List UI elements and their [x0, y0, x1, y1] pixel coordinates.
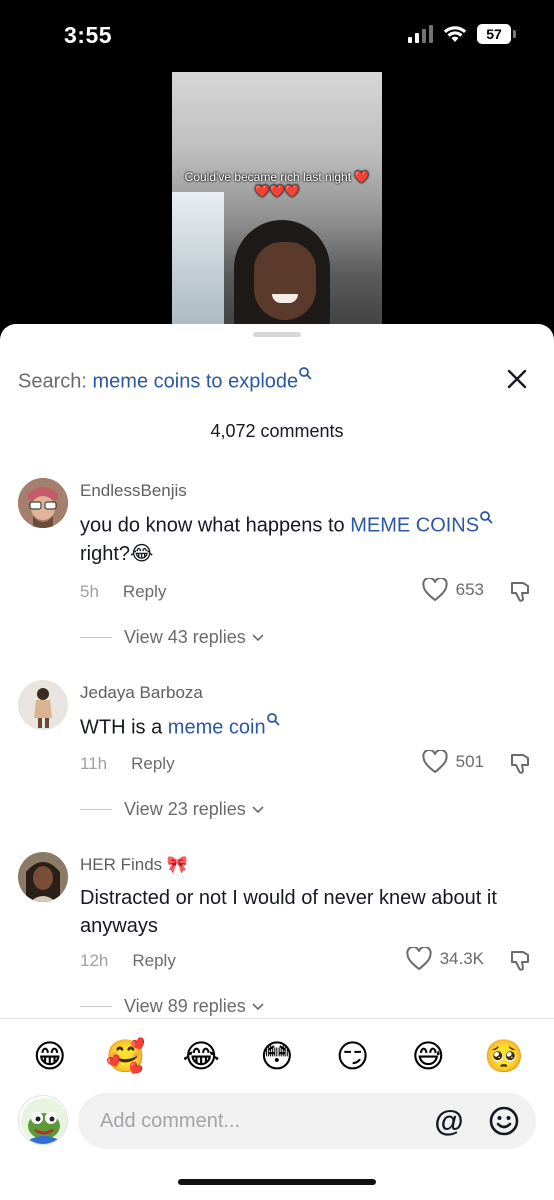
view-replies-button[interactable]: View 23 replies — [80, 799, 264, 820]
thumbs-down-icon[interactable] — [508, 580, 532, 604]
like-count: 34.3K — [439, 949, 484, 968]
battery-level: 57 — [477, 24, 511, 44]
view-replies-label: View 43 replies — [124, 627, 246, 647]
heart-outline-icon — [405, 947, 432, 971]
comment-username[interactable]: HER Finds 🎀 — [80, 855, 188, 875]
drag-handle[interactable] — [253, 332, 301, 337]
emoji-joy-button[interactable]: 😂 — [177, 1037, 225, 1075]
comment-text-before: you do know what happens to — [80, 514, 351, 537]
battery-icon: 57 — [477, 24, 516, 44]
comment-username[interactable]: Jedaya Barboza — [80, 683, 203, 703]
status-icons: 57 — [408, 24, 516, 44]
reply-button[interactable]: Reply — [131, 754, 174, 773]
chevron-down-icon — [252, 805, 264, 813]
emoji-flushed-button[interactable]: 😳 — [253, 1037, 301, 1075]
view-replies-label: View 23 replies — [124, 799, 246, 819]
car-window-image — [172, 192, 224, 332]
comment-input[interactable] — [100, 1093, 420, 1149]
thumbs-down-icon[interactable] — [508, 949, 532, 973]
comments-count: 4,072 comments — [210, 421, 344, 441]
comment-search-link[interactable]: meme coin — [168, 717, 266, 739]
comment-text: WTH is a meme coin — [80, 712, 535, 742]
comment-username[interactable]: EndlessBenjis — [80, 481, 187, 501]
comment-text-after: right?😂 — [80, 542, 154, 565]
search-term-link[interactable]: meme coins to explode — [93, 371, 299, 393]
comment-text-before: WTH is a — [80, 716, 168, 739]
comment-meta: 5h Reply — [80, 582, 166, 602]
divider — [80, 637, 112, 638]
search-prefix: Search: — [18, 370, 87, 393]
heart-outline-icon — [422, 578, 448, 602]
status-time: 3:55 — [64, 22, 113, 48]
search-icon — [480, 511, 493, 524]
comment-text-before: Distracted or not I would of never knew … — [80, 887, 497, 937]
comments-sheet: Search: meme coins to explode 4,072 comm… — [0, 324, 554, 1200]
comment-meta: 12h Reply — [80, 951, 176, 971]
my-avatar[interactable] — [18, 1095, 68, 1145]
like-button[interactable]: 501 — [422, 750, 484, 774]
thumbs-down-icon[interactable] — [508, 752, 532, 776]
video-thumbnail[interactable]: Could've became rich last night ❤️❤️❤️❤️ — [172, 72, 382, 342]
comment-input-box[interactable]: @ — [78, 1093, 536, 1149]
view-replies-label: View 89 replies — [124, 996, 246, 1016]
comment-meta: 11h Reply — [80, 754, 175, 774]
chevron-down-icon — [252, 633, 264, 641]
comment-time: 12h — [80, 951, 109, 970]
chevron-down-icon — [252, 1002, 264, 1010]
avatar[interactable] — [18, 852, 68, 902]
reply-button[interactable]: Reply — [123, 582, 166, 601]
avatar[interactable] — [18, 478, 68, 528]
heart-outline-icon — [422, 750, 448, 774]
comment-search-link[interactable]: MEME COINS — [350, 515, 479, 537]
divider — [80, 809, 112, 810]
divider — [80, 1006, 112, 1007]
wifi-icon — [443, 26, 467, 42]
comment-time: 5h — [80, 582, 99, 601]
like-count: 501 — [455, 752, 484, 771]
reply-button[interactable]: Reply — [132, 951, 175, 970]
mention-button[interactable]: @ — [432, 1105, 466, 1139]
comment-composer: 😁 🥰 😂 😳 😏 😅 🥺 @ — [0, 1018, 554, 1200]
cellular-signal-icon — [408, 25, 433, 43]
emoji-grin-button[interactable]: 😁 — [26, 1037, 74, 1075]
emoji-sweat-smile-button[interactable]: 😅 — [404, 1037, 452, 1075]
quick-emoji-row: 😁 🥰 😂 😳 😏 😅 🥺 — [0, 1037, 554, 1075]
emoji-pleading-button[interactable]: 🥺 — [480, 1037, 528, 1075]
view-replies-button[interactable]: View 89 replies — [80, 996, 264, 1017]
comment-text: you do know what happens to MEME COINS ri… — [80, 510, 535, 568]
smiley-icon[interactable] — [488, 1105, 520, 1137]
status-bar: 3:55 57 — [0, 0, 554, 72]
avatar[interactable] — [18, 680, 68, 730]
video-caption: Could've became rich last night ❤️❤️❤️❤️ — [184, 170, 370, 198]
comment-text: Distracted or not I would of never knew … — [80, 884, 500, 940]
comment-time: 11h — [80, 754, 108, 773]
person-face-image — [254, 242, 316, 320]
search-icon — [299, 367, 312, 380]
video-preview-area[interactable]: Could've became rich last night ❤️❤️❤️❤️ — [0, 72, 554, 342]
search-suggestion[interactable]: Search: meme coins to explode — [18, 366, 312, 394]
emoji-hearts-button[interactable]: 🥰 — [102, 1037, 150, 1075]
home-indicator[interactable] — [178, 1179, 376, 1185]
search-icon — [266, 713, 279, 726]
like-button[interactable]: 653 — [422, 578, 484, 602]
close-icon[interactable] — [504, 366, 530, 392]
emoji-smirk-button[interactable]: 😏 — [329, 1037, 377, 1075]
like-button[interactable]: 34.3K — [405, 947, 484, 971]
like-count: 653 — [455, 580, 484, 599]
view-replies-button[interactable]: View 43 replies — [80, 627, 264, 648]
